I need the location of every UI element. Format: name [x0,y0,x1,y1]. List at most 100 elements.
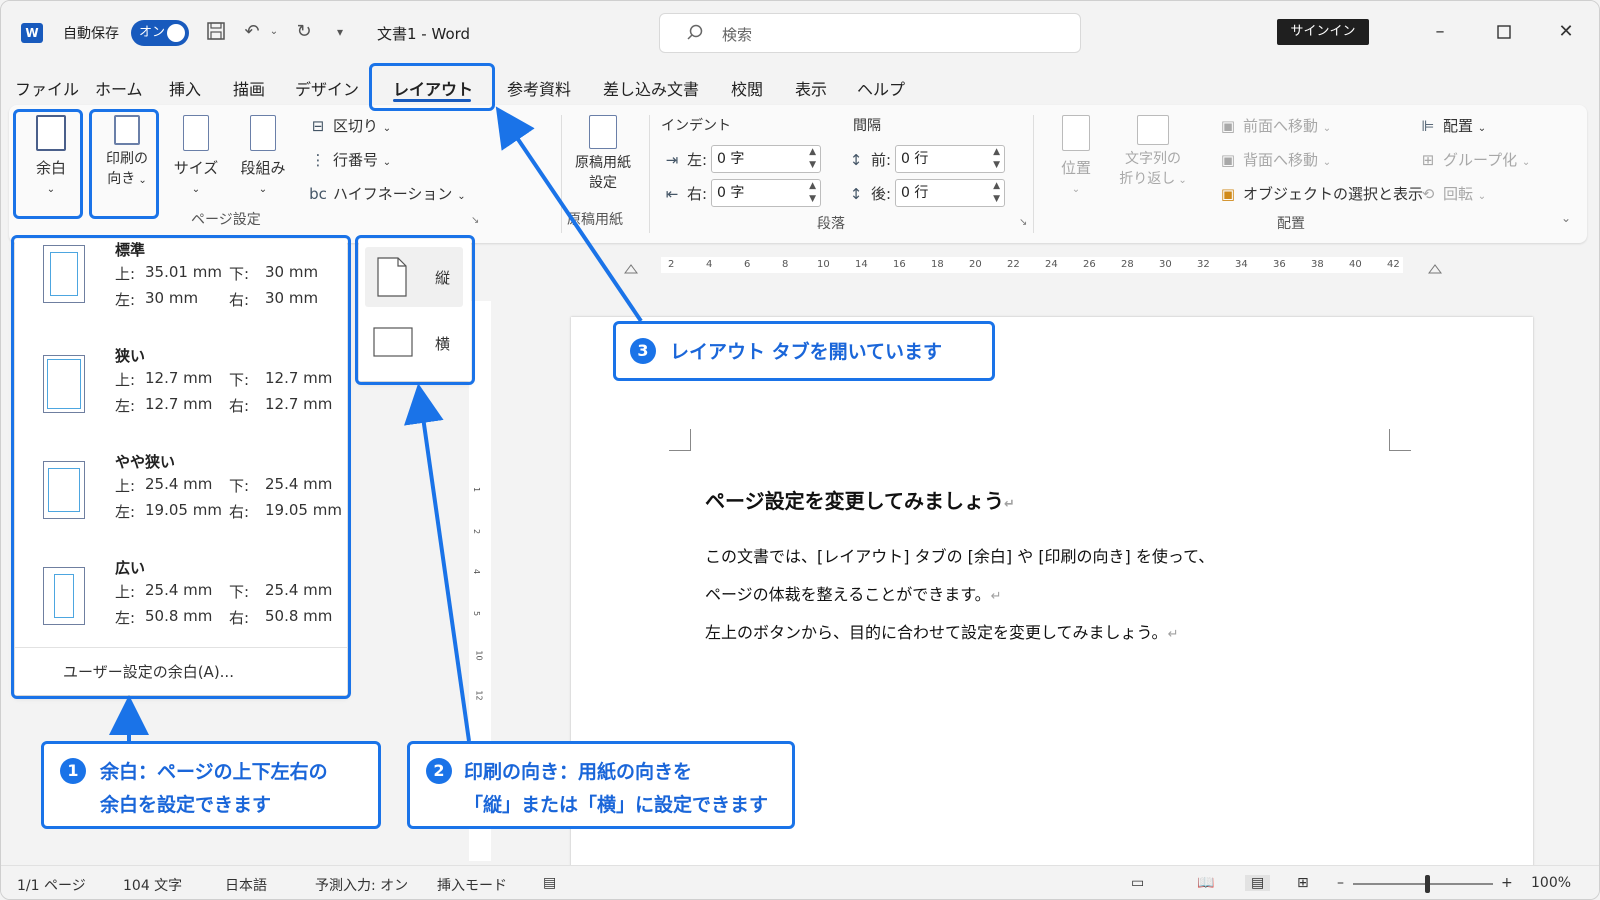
tab-draw[interactable]: 描画 [233,76,265,100]
ruler-tick: 42 [1387,259,1400,270]
highlight-orientation-button [89,109,159,219]
hyphenation-button[interactable]: bc ハイフネーション ⌄ [309,183,466,204]
ruler-tick: 40 [1349,259,1362,270]
spinner-arrows-icon[interactable]: ▲ ▼ [809,180,816,206]
tab-review[interactable]: 校閲 [731,76,763,100]
rotate-icon: ⟲ [1421,185,1435,203]
toggle-knob [167,24,185,42]
predictive-input-status[interactable]: 予測入力: オン [315,875,408,895]
spinner-arrows-icon[interactable]: ▲ ▼ [993,180,1000,206]
zoom-in-icon[interactable]: + [1501,875,1513,891]
ruler-tick: 12 [474,690,484,701]
spacing-title: 間隔 [853,118,881,134]
callout-text: 余白を設定できます [100,794,272,816]
autosave-toggle[interactable]: オン [131,20,189,46]
ribbon-collapse-icon[interactable]: ⌄ [1561,211,1571,225]
ruler-tick: 32 [1197,259,1210,270]
tab-insert[interactable]: 挿入 [169,76,201,100]
chevron-down-icon: ⌄ [1322,157,1332,168]
wrap-text-icon [1137,115,1169,145]
customize-toolbar-icon[interactable]: ▾ [329,21,351,43]
zoom-out-icon[interactable]: – [1337,875,1344,891]
chevron-down-icon: ⌄ [457,191,466,202]
bring-forward-button[interactable]: ▣ 前面へ移動 ⌄ [1219,115,1331,136]
ribbon-separator [1033,115,1034,233]
indent-right-icon: ⇤ [665,185,679,203]
group-button[interactable]: ⊞ グループ化 ⌄ [1419,149,1531,170]
signin-button[interactable]: サインイン [1277,19,1369,45]
callout-number: 2 [426,758,452,784]
tab-view[interactable]: 表示 [795,76,827,100]
position-button[interactable]: 位置 ⌄ [1049,115,1103,196]
tab-file[interactable]: ファイル [15,76,79,100]
indent-right-label: ⇤ 右: [663,183,707,204]
paragraph-launcher-icon[interactable]: ↘ [1019,217,1027,228]
paragraph-mark: ↵ [1004,497,1015,512]
wrap-text-button[interactable]: 文字列の 折り返し ⌄ [1113,115,1193,191]
document-title: 文書1 - Word [377,25,471,43]
position-label: 位置 [1060,159,1091,177]
spacing-before-input[interactable]: 0 行 ▲ ▼ [895,145,1005,173]
tab-design[interactable]: デザイン [295,76,359,100]
ruler-tick: 2 [668,259,675,270]
zoom-level[interactable]: 100% [1531,875,1571,891]
insert-mode-status[interactable]: 挿入モード [437,875,507,895]
minimize-icon[interactable]: – [1425,19,1455,45]
align-button[interactable]: ⊫ 配置 ⌄ [1419,115,1486,136]
undo-dropdown-icon[interactable]: ⌄ [263,21,285,43]
maximize-icon[interactable] [1489,19,1519,45]
size-button[interactable]: サイズ ⌄ [171,115,221,196]
callout-orientation: 2 印刷の向き：用紙の向きを 「縦」または「横」に設定できます [407,741,795,829]
language-status[interactable]: 日本語 [225,875,267,895]
indent-right-input[interactable]: 0 字 ▲ ▼ [711,179,821,207]
indent-title: インデント [661,118,731,134]
document-heading[interactable]: ページ設定を変更してみましょう↵ [705,485,1015,514]
spacing-after-input[interactable]: 0 行 ▲ ▼ [895,179,1005,207]
genko-button[interactable]: 原稿用紙 設定 [565,115,641,193]
web-layout-icon[interactable]: ⊞ [1297,875,1309,891]
selection-pane-label: オブジェクトの選択と表示 [1243,185,1424,203]
document-paragraph[interactable]: この文書では、[レイアウト] タブの [余白] や [印刷の向き] を使って、 [705,543,1214,567]
word-count[interactable]: 104 文字 [123,875,182,895]
focus-mode-icon[interactable]: ▭ [1131,875,1144,891]
tab-references[interactable]: 参考資料 [507,76,571,100]
selection-pane-button[interactable]: ▣ オブジェクトの選択と表示 [1219,183,1423,204]
zoom-slider-thumb[interactable] [1425,875,1430,893]
ruler-tick: 22 [1007,259,1020,270]
search-input[interactable]: 検索 [659,13,1081,53]
page-count[interactable]: 1/1 ページ [17,875,86,895]
print-layout-icon[interactable]: ▤ [1245,875,1271,891]
ruler-tick: 10 [817,259,830,270]
tab-mailings[interactable]: 差し込み文書 [603,76,699,100]
send-backward-button[interactable]: ▣ 背面へ移動 ⌄ [1219,149,1331,170]
document-paragraph[interactable]: 左上のボタンから、目的に合わせて設定を変更してみましょう。↵ [705,619,1178,643]
page-setup-group-label: ページ設定 [191,212,261,228]
indent-left-input[interactable]: 0 字 ▲ ▼ [711,145,821,173]
spinner-arrows-icon[interactable]: ▲ ▼ [993,146,1000,172]
line-numbers-button[interactable]: ⋮ 行番号 ⌄ [309,149,392,170]
word-logo-icon: W [21,23,43,43]
zoom-slider[interactable] [1353,883,1493,885]
redo-icon[interactable]: ↻ [293,21,315,43]
search-placeholder: 検索 [722,26,753,44]
tab-help[interactable]: ヘルプ [857,76,905,100]
rotate-button[interactable]: ⟲ 回転 ⌄ [1419,183,1486,204]
accessibility-icon[interactable]: ▤ [543,875,556,891]
paragraph-mark: ↵ [990,589,1002,604]
document-paragraph[interactable]: ページの体裁を整えることができます。↵ [705,581,1002,605]
group-icon: ⊞ [1421,151,1435,169]
breaks-button[interactable]: ⊟ 区切り ⌄ [309,115,391,136]
indent-right-value: 0 字 [717,185,745,201]
ruler-tick: 38 [1311,259,1324,270]
undo-icon[interactable]: ↶ [241,21,263,43]
chevron-down-icon: ⌄ [382,157,392,168]
send-backward-icon: ▣ [1220,151,1236,169]
read-mode-icon[interactable]: 📖 [1197,875,1214,891]
tab-home[interactable]: ホーム [95,76,143,100]
spinner-arrows-icon[interactable]: ▲ ▼ [809,146,816,172]
save-icon[interactable] [205,21,227,43]
page-setup-launcher-icon[interactable]: ↘ [471,215,479,226]
ruler-tick: 34 [1235,259,1248,270]
close-icon[interactable]: ✕ [1551,19,1581,45]
columns-button[interactable]: 段組み ⌄ [235,115,291,196]
